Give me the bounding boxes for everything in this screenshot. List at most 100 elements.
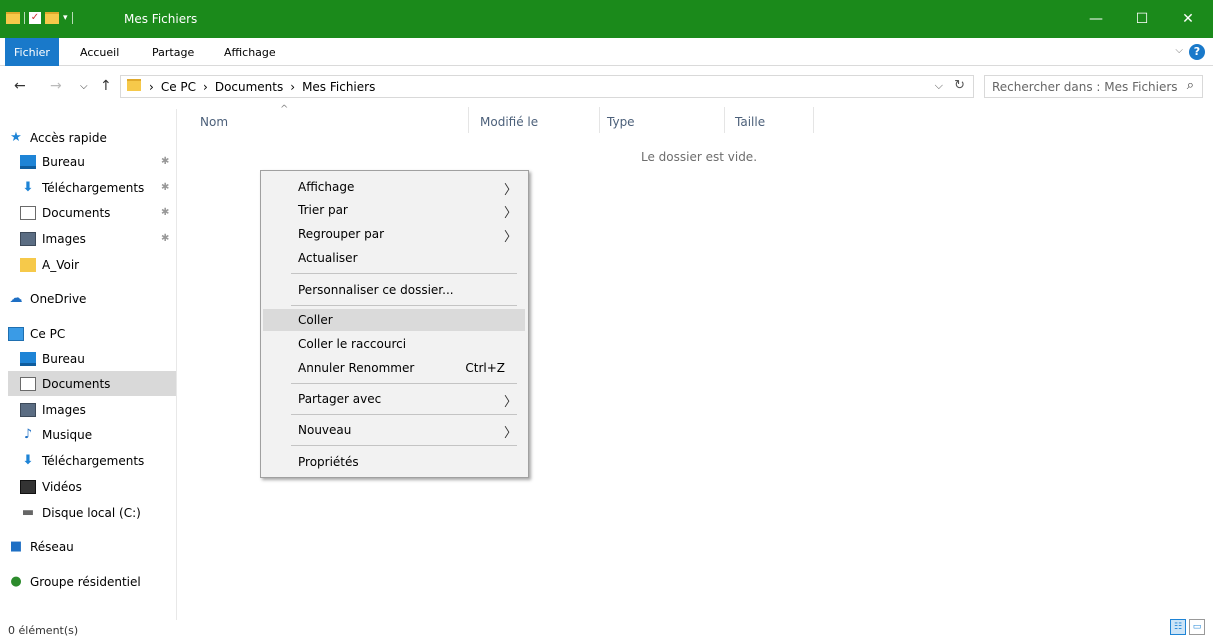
menu-separator bbox=[291, 445, 517, 446]
sidebar-item-label: Images bbox=[42, 231, 86, 246]
sidebar-item-onedrive[interactable]: ☁ OneDrive bbox=[8, 286, 176, 311]
breadcrumb-mes-fichiers[interactable]: Mes Fichiers bbox=[302, 80, 375, 94]
sidebar-item-bureau-pc[interactable]: Bureau bbox=[8, 346, 176, 371]
sidebar-item-disque-local[interactable]: ▬ Disque local (C:) bbox=[8, 500, 176, 525]
toolbar-divider bbox=[24, 12, 25, 24]
menu-item-proprietes[interactable]: Propriétés bbox=[263, 451, 525, 473]
help-icon[interactable]: ? bbox=[1189, 44, 1205, 60]
recent-locations-button[interactable]: ⌵ bbox=[80, 81, 88, 92]
close-button[interactable]: ✕ bbox=[1165, 0, 1211, 38]
address-bar[interactable]: › Ce PC › Documents › Mes Fichiers ⌵ ↻ bbox=[120, 75, 974, 98]
menu-item-coller-raccourci[interactable]: Coller le raccourci bbox=[263, 333, 525, 355]
submenu-arrow-icon: 〉 bbox=[503, 206, 517, 221]
ribbon-expand-icon[interactable]: ⌵ bbox=[1175, 45, 1183, 56]
sidebar-item-images[interactable]: Images ✱ bbox=[8, 226, 176, 251]
sidebar-item-label: Vidéos bbox=[42, 479, 82, 494]
address-row: ← → ⌵ ↑ › Ce PC › Documents › Mes Fichie… bbox=[0, 67, 1213, 109]
menu-item-label: Nouveau bbox=[298, 423, 352, 437]
pin-icon: ✱ bbox=[161, 207, 170, 218]
sidebar-item-label: Bureau bbox=[42, 351, 85, 366]
sidebar-item-a-voir[interactable]: A_Voir bbox=[8, 252, 176, 277]
column-divider[interactable] bbox=[468, 107, 469, 133]
tab-accueil[interactable]: Accueil bbox=[80, 46, 119, 59]
large-icons-view-icon[interactable]: ▭ bbox=[1189, 619, 1205, 635]
homegroup-icon: ● bbox=[10, 573, 22, 589]
details-view-icon[interactable]: ☷ bbox=[1170, 619, 1186, 635]
submenu-arrow-icon: 〉 bbox=[503, 426, 517, 441]
drive-icon: ▬ bbox=[21, 504, 35, 520]
submenu-arrow-icon: 〉 bbox=[503, 230, 517, 245]
sidebar-item-videos[interactable]: Vidéos bbox=[8, 474, 176, 499]
download-icon: ⬇ bbox=[22, 452, 34, 468]
menu-item-annuler-renommer[interactable]: Annuler Renommer Ctrl+Z bbox=[263, 357, 525, 379]
menu-item-label: Personnaliser ce dossier... bbox=[298, 283, 454, 297]
computer-icon bbox=[8, 326, 24, 341]
ribbon-tabs: Fichier Accueil Partage Affichage ⌵ ? bbox=[0, 38, 1213, 66]
column-headers: ^ Nom Modifié le Type Taille bbox=[180, 104, 820, 133]
sidebar-item-images-pc[interactable]: Images bbox=[8, 397, 176, 422]
column-type[interactable]: Type bbox=[607, 115, 635, 129]
maximize-button[interactable]: ☐ bbox=[1119, 0, 1165, 38]
sidebar-item-label: OneDrive bbox=[30, 291, 87, 306]
title-bar: ✓ ▾ Mes Fichiers — ☐ ✕ bbox=[0, 0, 1213, 38]
sidebar-item-documents[interactable]: Documents ✱ bbox=[8, 200, 176, 225]
sidebar-item-label: Téléchargements bbox=[42, 180, 145, 195]
sidebar-item-groupe-residentiel[interactable]: ● Groupe résidentiel bbox=[8, 569, 176, 594]
breadcrumb-documents[interactable]: Documents bbox=[215, 80, 283, 94]
menu-item-actualiser[interactable]: Actualiser bbox=[263, 247, 525, 269]
menu-item-personnaliser[interactable]: Personnaliser ce dossier... bbox=[263, 279, 525, 301]
sidebar-item-documents-pc[interactable]: Documents bbox=[8, 371, 176, 396]
column-divider[interactable] bbox=[724, 107, 725, 133]
address-dropdown-icon[interactable]: ⌵ bbox=[935, 79, 943, 93]
menu-separator bbox=[291, 273, 517, 274]
column-name[interactable]: Nom bbox=[200, 115, 228, 129]
new-folder-icon[interactable] bbox=[45, 12, 59, 24]
search-input[interactable]: Rechercher dans : Mes Fichiers ⌕ bbox=[984, 75, 1203, 98]
sidebar-item-label: Téléchargements bbox=[42, 453, 145, 468]
menu-item-coller[interactable]: Coller bbox=[263, 309, 525, 331]
up-button[interactable]: ↑ bbox=[100, 78, 112, 94]
sidebar-item-acces-rapide[interactable]: ★ Accès rapide bbox=[8, 125, 176, 150]
sidebar-item-telechargements-pc[interactable]: ⬇ Téléchargements bbox=[8, 448, 176, 473]
menu-separator bbox=[291, 414, 517, 415]
sidebar-item-musique[interactable]: ♪ Musique bbox=[8, 422, 176, 447]
menu-item-affichage[interactable]: Affichage 〉 bbox=[263, 176, 525, 198]
breadcrumb-separator[interactable]: › bbox=[290, 80, 295, 94]
menu-item-partager-avec[interactable]: Partager avec 〉 bbox=[263, 388, 525, 410]
forward-button[interactable]: → bbox=[50, 78, 62, 94]
column-divider[interactable] bbox=[813, 107, 814, 133]
breadcrumb-ce-pc[interactable]: Ce PC bbox=[161, 80, 196, 94]
refresh-icon[interactable]: ↻ bbox=[954, 78, 965, 93]
search-icon[interactable]: ⌕ bbox=[1187, 78, 1194, 93]
menu-item-trier-par[interactable]: Trier par 〉 bbox=[263, 199, 525, 221]
minimize-button[interactable]: — bbox=[1073, 0, 1119, 38]
sidebar-item-label: Réseau bbox=[30, 539, 74, 554]
sidebar-item-ce-pc[interactable]: Ce PC bbox=[8, 321, 176, 346]
tab-fichier[interactable]: Fichier bbox=[5, 38, 59, 66]
music-icon: ♪ bbox=[23, 426, 33, 442]
menu-separator bbox=[291, 383, 517, 384]
sidebar-item-bureau[interactable]: Bureau ✱ bbox=[8, 149, 176, 174]
tab-partage[interactable]: Partage bbox=[152, 46, 194, 59]
sidebar-item-reseau[interactable]: ■ Réseau bbox=[8, 534, 176, 559]
customize-toolbar-icon[interactable]: ▾ bbox=[63, 13, 68, 23]
column-modified[interactable]: Modifié le bbox=[480, 115, 538, 129]
menu-item-label: Propriétés bbox=[298, 455, 359, 469]
column-size[interactable]: Taille bbox=[735, 115, 765, 129]
cloud-icon: ☁ bbox=[9, 290, 23, 306]
back-button[interactable]: ← bbox=[14, 78, 26, 94]
breadcrumb-separator[interactable]: › bbox=[203, 80, 208, 94]
empty-folder-message: Le dossier est vide. bbox=[641, 150, 758, 164]
breadcrumb: › Ce PC › Documents › Mes Fichiers bbox=[149, 80, 375, 94]
document-icon bbox=[20, 205, 36, 220]
pane-divider[interactable] bbox=[176, 109, 177, 620]
menu-item-regrouper-par[interactable]: Regrouper par 〉 bbox=[263, 223, 525, 245]
column-divider[interactable] bbox=[599, 107, 600, 133]
properties-icon[interactable]: ✓ bbox=[29, 12, 41, 24]
breadcrumb-separator[interactable]: › bbox=[149, 80, 154, 94]
menu-item-nouveau[interactable]: Nouveau 〉 bbox=[263, 419, 525, 441]
sidebar-item-telechargements[interactable]: ⬇ Téléchargements ✱ bbox=[8, 175, 176, 200]
status-item-count: 0 élément(s) bbox=[8, 624, 79, 637]
tab-affichage[interactable]: Affichage bbox=[224, 46, 276, 59]
sidebar-item-label: Disque local (C:) bbox=[42, 505, 141, 520]
